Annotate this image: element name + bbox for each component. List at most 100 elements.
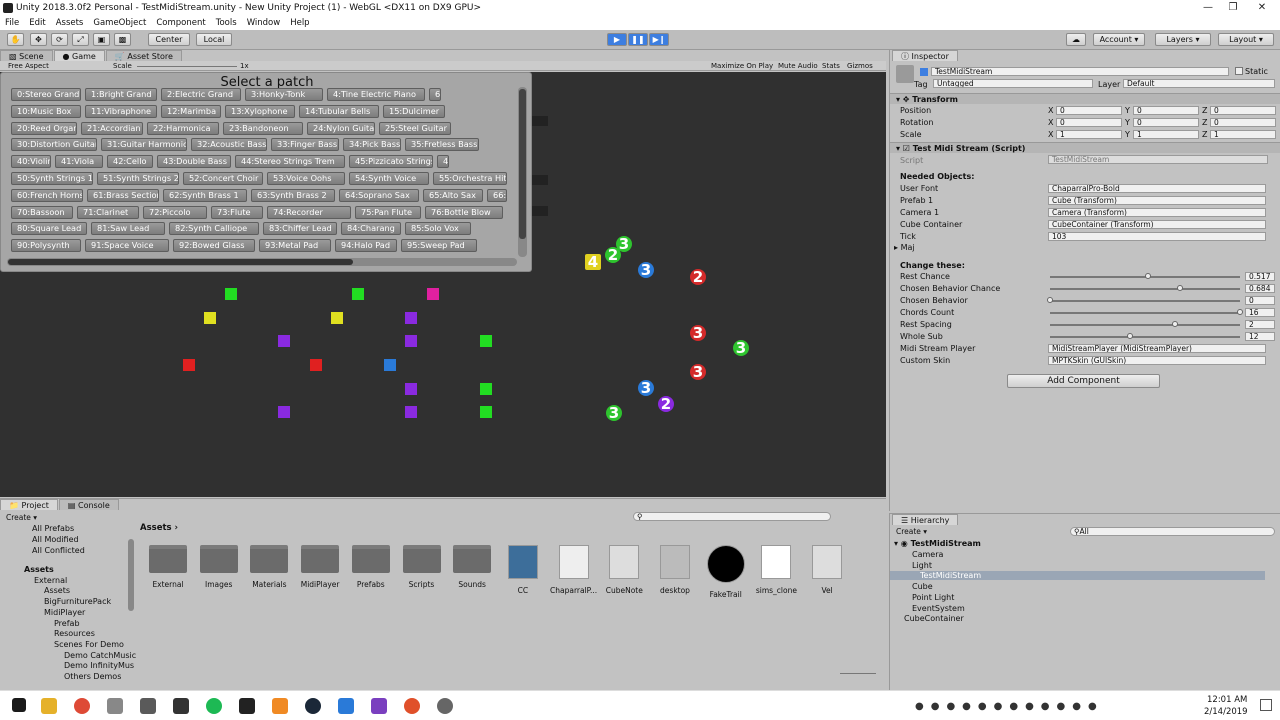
tree-folder-item[interactable]: MidiPlayer [44,608,85,617]
menu-edit[interactable]: Edit [24,18,50,28]
transform-y-field[interactable]: 0 [1133,118,1199,127]
patch-button[interactable]: 0:Stereo Grand [11,88,81,101]
patch-button[interactable]: 53:Voice Oohs [267,172,345,185]
project-create-dropdown[interactable]: Create ▾ [6,513,37,522]
favorite-item[interactable]: All Modified [32,535,79,544]
tab-game[interactable]: ● Game [53,50,105,61]
patch-button[interactable]: 51:Synth Strings 2 [97,172,179,185]
icon-size-slider[interactable] [840,673,876,674]
tree-folder-item[interactable]: Assets [24,565,54,574]
hierarchy-scene[interactable]: ▾ ◉ TestMidiStream [894,539,981,548]
slider-value-field[interactable]: 16 [1245,308,1275,317]
patch-horizontal-scrollbar[interactable] [7,258,517,266]
patch-button[interactable]: 74:Recorder [267,205,351,219]
pivot-local-button[interactable]: Local [196,33,232,46]
patch-button[interactable]: 64:Soprano Sax [339,188,419,202]
tab-hierarchy[interactable]: ☰ Hierarchy [892,514,959,525]
transform-z-field[interactable]: 0 [1210,118,1276,127]
layout-dropdown[interactable]: Layout ▾ [1218,33,1274,46]
transform-z-field[interactable]: 0 [1210,106,1276,115]
patch-button[interactable]: 35:Fretless Bass [405,138,479,152]
tab-asset-store[interactable]: 🛒 Asset Store [105,50,182,61]
slider-value-field[interactable]: 0 [1245,296,1275,305]
asset-item[interactable]: FakeTrail [701,545,751,599]
menu-file[interactable]: File [0,18,24,28]
visual-studio-icon[interactable] [371,698,387,714]
patch-button[interactable]: 80:Square Lead [11,222,87,236]
app-icon[interactable] [272,698,288,714]
patch-button[interactable]: 62:Synth Brass 1 [163,188,247,202]
patch-button[interactable]: 42:Cello [107,155,153,169]
windows-start-icon[interactable] [12,698,26,712]
tab-console[interactable]: ▤ Console [58,499,119,510]
slider-track[interactable] [1050,288,1240,290]
menu-assets[interactable]: Assets [51,18,89,28]
patch-button[interactable]: 45:Pizzicato Strings [349,155,433,169]
object-field[interactable]: CubeContainer (Transform) [1048,220,1266,229]
slider-track[interactable] [1050,336,1240,338]
patch-button[interactable]: 15:Dulcimer [383,104,445,118]
system-tray[interactable]: ●●●●●●●●●●●● [915,701,1185,713]
patch-button[interactable]: 31:Guitar Harmonics [101,138,187,152]
menu-component[interactable]: Component [151,18,210,28]
tab-project[interactable]: 📁 Project [0,499,58,510]
scale-slider[interactable] [137,66,237,67]
patch-button[interactable]: 95:Sweep Pad [401,239,477,253]
steam-icon[interactable] [305,698,321,714]
patch-button[interactable]: 41:Viola [55,155,103,169]
patch-button[interactable]: 11:Vibraphone [85,104,157,118]
patch-button[interactable]: 2:Electric Grand [161,88,241,101]
file-explorer-icon[interactable] [41,698,57,714]
menu-gameobject[interactable]: GameObject [88,18,151,28]
project-search-input[interactable]: ⚲ [633,512,831,521]
patch-button[interactable]: 30:Distortion Guitar [11,138,97,152]
slider-value-field[interactable]: 0.684 [1245,284,1275,293]
asset-item[interactable]: Materials [244,545,294,589]
slider-track[interactable] [1050,300,1240,302]
patch-button[interactable]: 6 [429,88,441,101]
tree-scrollbar[interactable] [128,539,134,611]
patch-button[interactable]: 23:Bandoneon [223,121,303,135]
close-icon[interactable]: ✕ [1244,0,1280,16]
patch-button[interactable]: 12:Marimba [161,104,221,118]
object-field[interactable]: ChaparralPro-Bold [1048,184,1266,193]
patch-button[interactable]: 81:Saw Lead [91,222,165,236]
asset-item[interactable]: CC [498,545,548,595]
maximize-on-play-toggle[interactable]: Maximize On Play [711,61,773,71]
notifications-icon[interactable] [1260,699,1272,711]
patch-button[interactable]: 47 [437,155,449,169]
patch-button[interactable]: 34:Pick Bass [343,138,401,152]
slider-knob[interactable] [1237,309,1243,315]
patch-button[interactable]: 55:Orchestra Hit [433,172,507,185]
tag-dropdown[interactable]: Untagged [933,79,1093,88]
patch-button[interactable]: 75:Pan Flute [355,205,421,219]
patch-button[interactable]: 94:Halo Pad [335,239,397,253]
patch-button[interactable]: 52:Concert Choir [183,172,263,185]
patch-button[interactable]: 90:Polysynth [11,239,81,253]
rect-tool-icon[interactable]: ▣ [93,33,110,46]
menu-help[interactable]: Help [285,18,314,28]
object-field[interactable]: Cube (Transform) [1048,196,1266,205]
layer-dropdown[interactable]: Default [1123,79,1275,88]
add-component-button[interactable]: Add Component [1007,374,1160,388]
slider-track[interactable] [1050,312,1240,314]
hierarchy-item[interactable]: Light [912,561,932,570]
patch-button[interactable]: 44:Stereo Strings Trem [235,155,345,169]
app-icon[interactable] [338,698,354,714]
patch-button[interactable]: 33:Finger Bass [271,138,339,152]
patch-button[interactable]: 4:Tine Electric Piano [327,88,425,101]
patch-button[interactable]: 93:Metal Pad [259,239,331,253]
tree-folder-item[interactable]: Demo CatchMusic [64,651,136,660]
hand-tool-icon[interactable]: ✋ [7,33,24,46]
object-field[interactable]: Camera (Transform) [1048,208,1266,217]
stats-toggle[interactable]: Stats [822,61,840,71]
favorite-item[interactable]: All Conflicted [32,546,85,555]
pause-button[interactable]: ❚❚ [628,33,648,46]
patch-button[interactable]: 10:Music Box [11,104,81,118]
patch-button[interactable]: 13:Xylophone [225,104,295,118]
patch-button[interactable]: 61:Brass Section [87,188,159,202]
hierarchy-item[interactable]: Cube [912,582,933,591]
hierarchy-item[interactable]: CubeContainer [904,614,964,623]
patch-button[interactable]: 91:Space Voice [85,239,169,253]
ref-field[interactable]: MPTKSkin (GUISkin) [1048,356,1266,365]
